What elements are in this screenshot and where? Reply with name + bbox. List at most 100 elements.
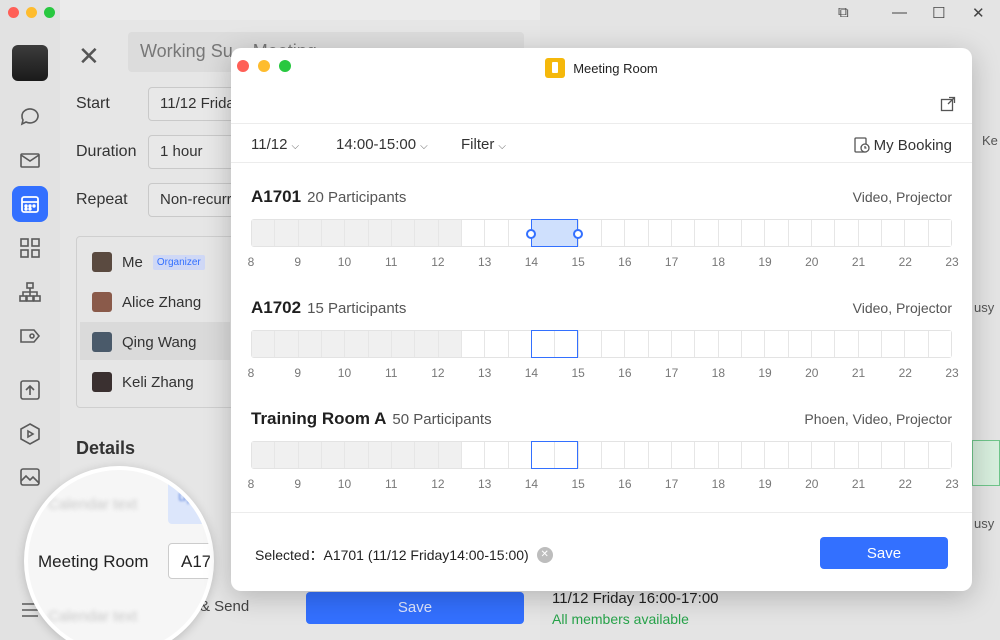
time-cell[interactable] — [928, 331, 951, 357]
time-cell[interactable] — [485, 331, 509, 357]
participant-item[interactable]: Alice Zhang — [92, 292, 201, 312]
time-cell[interactable] — [881, 331, 906, 357]
time-cell[interactable] — [298, 331, 322, 357]
time-cell[interactable] — [625, 442, 649, 468]
candidate-slot[interactable] — [531, 330, 579, 358]
time-cell[interactable] — [415, 331, 439, 357]
time-cell[interactable] — [578, 331, 602, 357]
time-cell[interactable] — [368, 442, 392, 468]
time-cell[interactable] — [275, 331, 299, 357]
time-cell[interactable] — [508, 442, 532, 468]
upload-icon[interactable] — [18, 378, 42, 402]
selected-slot[interactable] — [526, 219, 584, 247]
time-cell[interactable] — [835, 442, 859, 468]
time-cell[interactable] — [298, 442, 322, 468]
time-cell[interactable] — [881, 220, 906, 246]
time-cell[interactable] — [298, 220, 322, 246]
time-cell[interactable] — [695, 442, 719, 468]
time-cell[interactable] — [345, 220, 369, 246]
calendar-icon[interactable] — [12, 186, 48, 222]
time-cell[interactable] — [718, 331, 742, 357]
time-cell[interactable] — [858, 220, 882, 246]
time-cell[interactable] — [415, 220, 439, 246]
close-icon[interactable]: ✕ — [972, 4, 985, 22]
tag-icon[interactable] — [18, 324, 42, 348]
clear-selection-icon[interactable]: ✕ — [536, 547, 553, 563]
close-editor-icon[interactable]: ✕ — [78, 41, 100, 72]
my-booking-button[interactable]: My Booking — [853, 136, 952, 154]
time-cell[interactable] — [835, 220, 859, 246]
time-cell[interactable] — [741, 442, 766, 468]
time-cell[interactable] — [928, 220, 951, 246]
filter-dropdown[interactable]: Filter ⌵ — [461, 136, 506, 153]
chat-icon[interactable] — [18, 104, 42, 128]
time-cell[interactable] — [321, 442, 346, 468]
time-cell[interactable] — [321, 331, 346, 357]
time-cell[interactable] — [438, 220, 462, 246]
time-cell[interactable] — [811, 220, 836, 246]
time-cell[interactable] — [788, 331, 812, 357]
time-cell[interactable] — [741, 220, 766, 246]
time-cell[interactable] — [601, 331, 626, 357]
time-cell[interactable] — [765, 220, 789, 246]
time-cell[interactable] — [485, 220, 509, 246]
time-cell[interactable] — [811, 331, 836, 357]
time-cell[interactable] — [275, 442, 299, 468]
zoom-window-icon[interactable] — [44, 7, 55, 18]
image-icon[interactable] — [18, 465, 42, 489]
time-cell[interactable] — [275, 220, 299, 246]
time-cell[interactable] — [881, 442, 906, 468]
time-cell[interactable] — [368, 331, 392, 357]
time-cell[interactable] — [461, 220, 486, 246]
time-cell[interactable] — [345, 442, 369, 468]
time-cell[interactable] — [765, 442, 789, 468]
time-cell[interactable] — [671, 220, 696, 246]
time-cell[interactable] — [858, 331, 882, 357]
time-cell[interactable] — [252, 442, 276, 468]
candidate-slot[interactable] — [531, 441, 579, 469]
time-cell[interactable] — [461, 442, 486, 468]
suggested-time[interactable]: 11/12 Friday 16:00-17:00 — [552, 590, 719, 607]
time-cell[interactable] — [345, 331, 369, 357]
time-cell[interactable] — [695, 331, 719, 357]
time-cell[interactable] — [648, 220, 672, 246]
popout-icon[interactable] — [940, 96, 956, 112]
time-cell[interactable] — [718, 220, 742, 246]
time-cell[interactable] — [671, 442, 696, 468]
time-cell[interactable] — [648, 331, 672, 357]
time-cell[interactable] — [718, 442, 742, 468]
time-cell[interactable] — [368, 220, 392, 246]
time-cell[interactable] — [671, 331, 696, 357]
time-cell[interactable] — [741, 331, 766, 357]
time-cell[interactable] — [391, 331, 416, 357]
time-cell[interactable] — [858, 442, 882, 468]
hexagon-icon[interactable] — [18, 422, 42, 446]
time-cell[interactable] — [438, 331, 462, 357]
time-cell[interactable] — [905, 220, 929, 246]
mail-icon[interactable] — [18, 148, 42, 172]
time-cell[interactable] — [788, 442, 812, 468]
save-and-send-label[interactable]: & Send — [200, 598, 249, 615]
participant-item[interactable]: Qing Wang — [92, 332, 196, 352]
time-cell[interactable] — [835, 331, 859, 357]
close-window-icon[interactable] — [8, 7, 19, 18]
time-cell[interactable] — [438, 442, 462, 468]
time-cell[interactable] — [695, 220, 719, 246]
time-cell[interactable] — [625, 331, 649, 357]
time-cell[interactable] — [252, 331, 276, 357]
time-cell[interactable] — [252, 220, 276, 246]
user-avatar[interactable] — [12, 45, 48, 81]
popout-window-icon[interactable]: ⧉ — [838, 4, 849, 21]
meeting-room-input[interactable]: A170 — [168, 543, 210, 579]
time-cell[interactable] — [765, 331, 789, 357]
time-cell[interactable] — [508, 331, 532, 357]
time-cell[interactable] — [578, 442, 602, 468]
time-cell[interactable] — [648, 442, 672, 468]
time-cell[interactable] — [905, 331, 929, 357]
time-cell[interactable] — [928, 442, 951, 468]
time-cell[interactable] — [461, 331, 486, 357]
time-cell[interactable] — [905, 442, 929, 468]
time-cell[interactable] — [601, 220, 626, 246]
maximize-icon[interactable]: ☐ — [932, 4, 945, 22]
time-cell[interactable] — [485, 442, 509, 468]
